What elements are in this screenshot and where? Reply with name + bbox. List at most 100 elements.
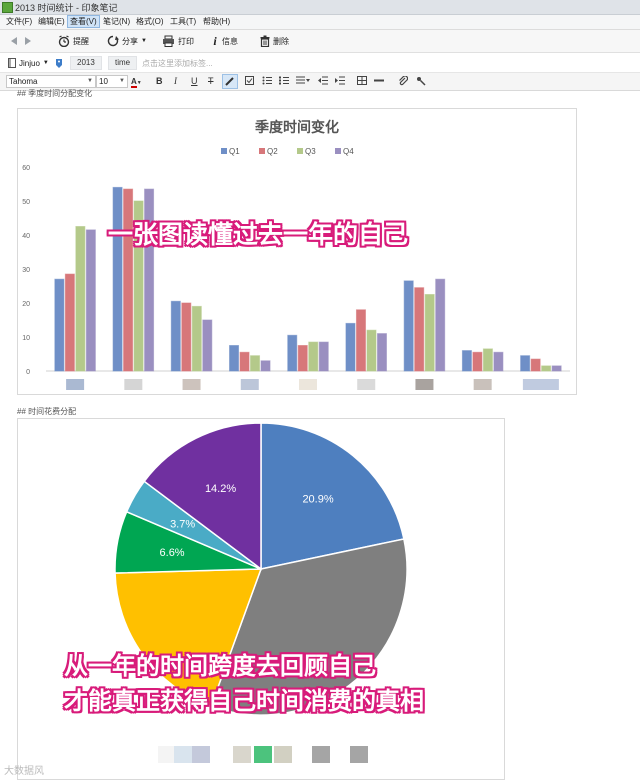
bar-q2 [181,302,192,372]
font-caret-icon: ▼ [87,78,93,84]
pie-slice-label: 6.6% [160,547,185,559]
notebook-name: Jinjuo [19,58,40,68]
tag-icon [56,58,62,68]
category-label-placeholder [299,379,317,390]
y-tick-label: 20 [22,301,30,308]
category-label-placeholder [415,379,434,390]
bar-q1 [170,300,181,372]
arrow-right-icon [25,37,31,45]
bar-q4 [202,319,213,372]
pie-slice-label: 20.9% [302,494,333,506]
menu-note[interactable]: 笔记(N) [101,16,132,27]
bar-q1 [229,345,240,372]
bullet-list-icon [262,76,272,85]
legend-placeholder-swatch [312,746,330,763]
note-body[interactable]: ## 季度时间分配变化 季度时间变化 Q1 Q2 Q3 Q4 0 10 20 30 40 50 60 … [0,89,640,781]
bar-q3 [191,305,202,372]
menu-view[interactable]: 查看(V) [67,15,100,28]
horizontal-rule-icon [374,79,384,82]
align-button[interactable] [296,76,310,88]
pie-chart: 20.9% 6.6% 3.7% 14.2% [114,422,408,763]
category-label-placeholder [473,379,492,390]
category-label-placeholder [522,379,559,390]
menu-file[interactable]: 文件(F) [4,16,34,27]
bar-q1 [54,278,65,372]
legend-placeholder-swatch [192,746,210,763]
share-label: 分享 [122,36,138,46]
highlight-button[interactable] [222,74,238,89]
remind-label: 提醒 [73,36,89,46]
notebook-selector[interactable]: Jinjuo ▼ [8,56,49,70]
bar-chart-container: 季度时间变化 Q1 Q2 Q3 Q4 0 10 20 30 40 50 60 [17,108,577,395]
underline-button[interactable]: U [191,76,198,87]
bar-q2 [414,287,425,372]
numbered-list-button[interactable] [279,76,289,88]
menu-format[interactable]: 格式(O) [134,16,166,27]
share-dropdown-caret-icon: ▼ [141,38,147,44]
attach-button[interactable] [398,75,409,89]
y-tick-label: 60 [22,165,30,172]
format-toolbar: Tahoma ▼ 10 ▼ A▼ B I U T [0,73,640,91]
menu-tools[interactable]: 工具(T) [168,16,198,27]
info-icon: i [213,33,217,48]
bold-button[interactable]: B [156,76,163,87]
bar-q3 [366,329,377,372]
highlighter-icon [225,77,234,86]
note-info-bar: Jinjuo ▼ 2013 time 点击这里添加标签... [0,53,640,73]
font-family-select[interactable]: Tahoma ▼ [6,75,96,88]
font-size-select[interactable]: 10 ▼ [96,75,128,88]
outdent-button[interactable] [318,76,328,88]
alarm-clock-icon [58,35,70,47]
notebook-caret-icon: ▼ [42,60,49,66]
share-button[interactable]: 分享 ▼ [107,34,147,48]
category-label-placeholder [124,379,143,390]
category-label-placeholder [182,379,201,390]
category-label-placeholder [240,379,259,390]
bar-q4 [435,278,446,372]
indent-button[interactable] [335,76,345,88]
bar-q3 [308,341,319,372]
legend-swatch-q1 [221,148,227,154]
bar-q2 [239,351,250,372]
menu-help[interactable]: 帮助(H) [201,16,232,27]
back-button[interactable] [10,34,18,48]
tag-time[interactable]: time [108,56,138,70]
strikethrough-button[interactable]: T [208,76,214,87]
legend-label-q3: Q3 [305,147,316,156]
bar-q3 [424,294,435,372]
bar-q2 [355,309,366,372]
bar-q3 [75,226,86,372]
bullet-list-button[interactable] [262,76,272,88]
remind-button[interactable]: 提醒 [58,34,89,48]
bar-chart-title: 季度时间变化 [254,119,339,135]
paperclip-icon [399,75,409,86]
tag-2013[interactable]: 2013 [70,56,102,70]
legend-placeholder-swatch [233,746,251,763]
bar-q1 [403,280,414,372]
bar-q4 [260,360,271,372]
italic-button[interactable]: I [174,76,177,87]
delete-button[interactable]: 删除 [260,34,289,48]
font-color-caret-icon: ▼ [136,80,142,86]
bar-q4 [318,341,329,372]
category-label-placeholder [357,379,376,390]
overlay-caption-bottom-line1: 从一年的时间跨度去回顾自己 [64,653,376,680]
menu-edit[interactable]: 编辑(E) [36,16,67,27]
share-icon [107,35,119,47]
sketch-button[interactable] [416,76,426,89]
tag-icon-button[interactable] [55,56,63,70]
bar-q1 [461,350,472,372]
checkbox-button[interactable] [245,76,254,88]
table-button[interactable] [357,76,367,88]
horizontal-rule-button[interactable] [374,76,384,88]
add-tag-input[interactable]: 点击这里添加标签... [142,58,213,69]
category-label-placeholder [66,379,85,390]
legend-swatch-q4 [335,148,341,154]
info-button[interactable]: i 信息 [211,34,238,48]
forward-button[interactable] [24,34,32,48]
print-button[interactable]: 打印 [162,34,194,48]
outdent-icon [318,76,328,85]
overlay-caption-top: 一张图读懂过去一年的自己 [108,221,409,249]
font-color-button[interactable]: A▼ [131,76,142,89]
y-tick-label: 40 [22,233,30,240]
